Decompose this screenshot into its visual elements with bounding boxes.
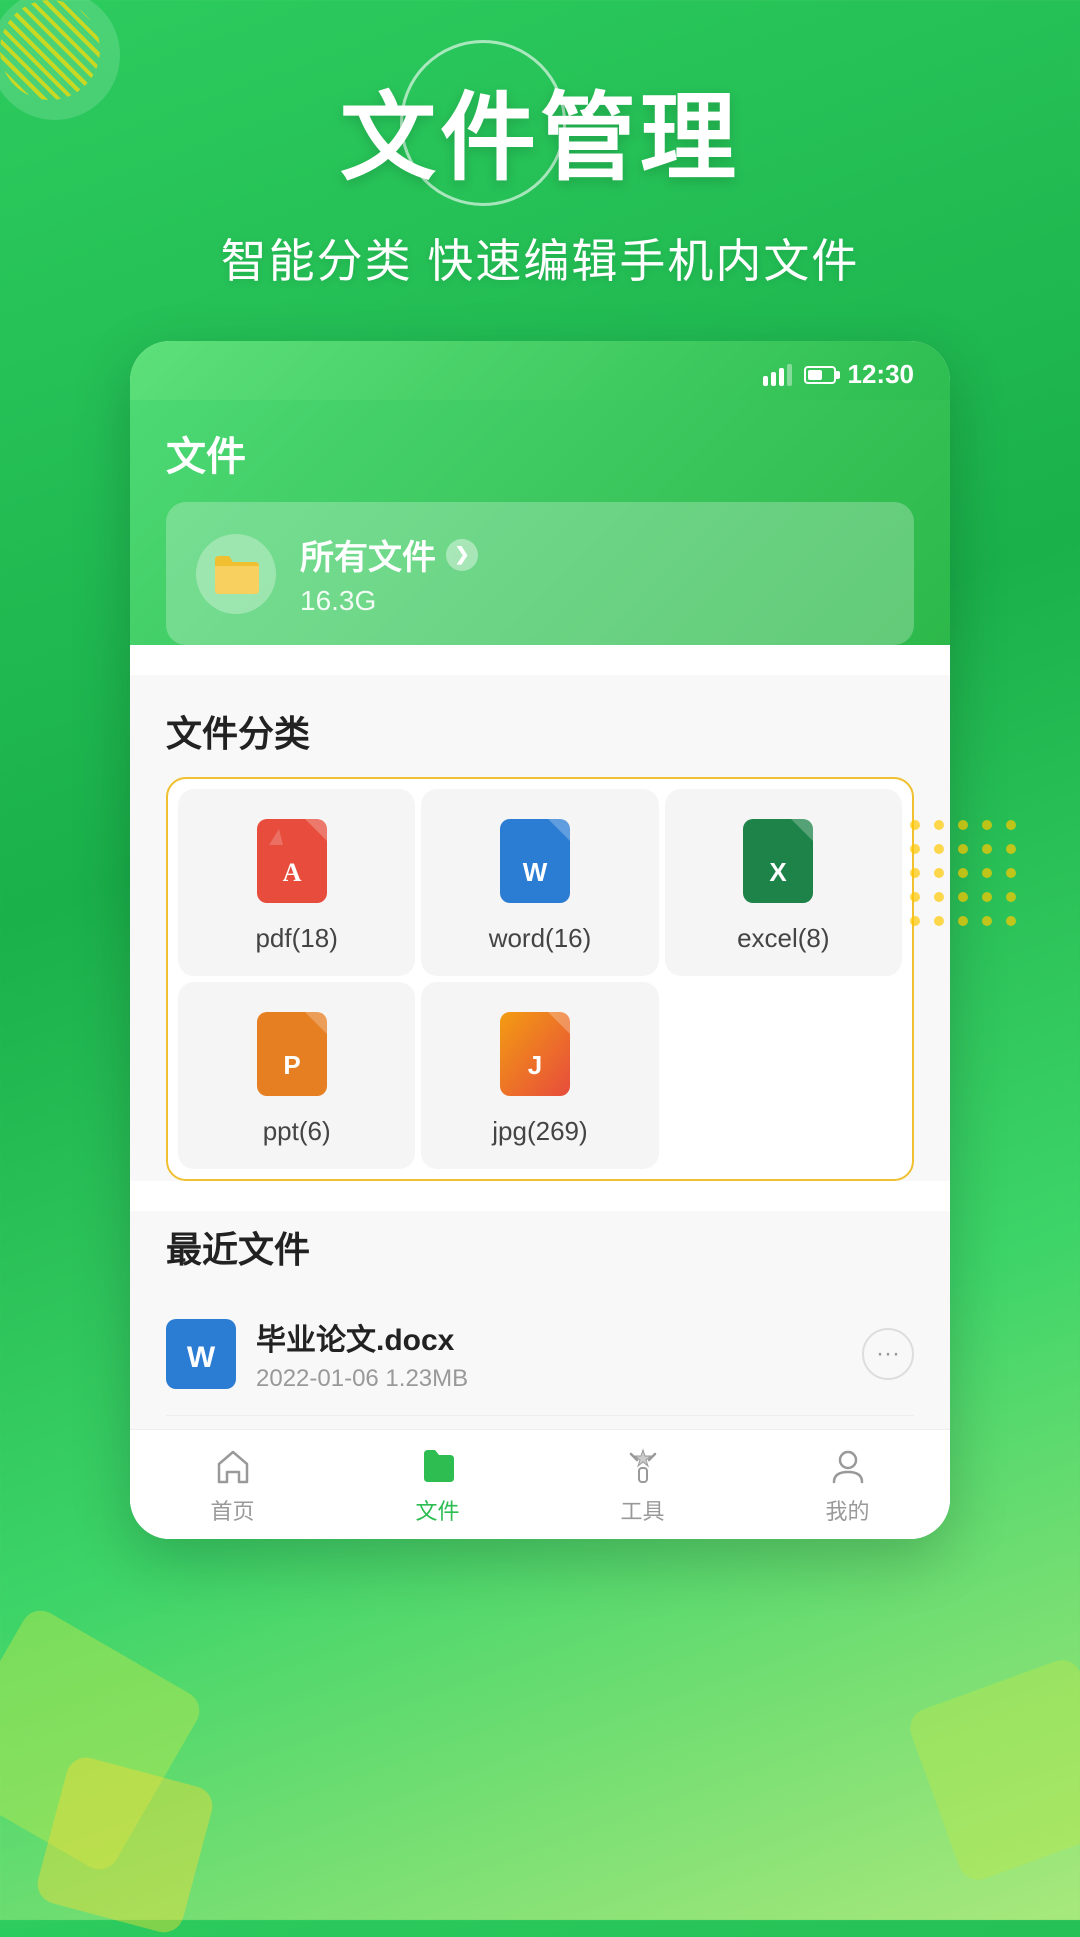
recent-file-info-1: 毕业论文.docx 2022-01-06 1.23MB [256,1315,842,1393]
categories-grid: A pdf(18) W word(16) [178,789,902,1169]
excel-label: excel(8) [737,923,829,954]
nav-label-home: 首页 [210,1494,254,1526]
folder-icon-wrap [196,534,276,614]
white-section: 文件分类 A pdf(18) [130,675,950,1181]
pdf-icon: A [257,819,337,909]
files-icon [416,1444,460,1488]
excel-icon: X [743,819,823,909]
svg-text:P: P [283,1050,300,1080]
category-pdf[interactable]: A pdf(18) [178,789,415,976]
category-jpg[interactable]: J jpg(269) [421,982,658,1169]
signal-bar-4 [787,364,792,386]
nav-label-files: 文件 [415,1494,459,1526]
signal-indicator [763,364,792,386]
app-subtitle: 智能分类 快速编辑手机内文件 [0,225,1080,291]
deco-bottom-right [905,1655,1080,1886]
battery-icon [804,366,836,384]
all-files-info: 所有文件 ❯ 16.3G [300,530,884,617]
file-section-title: 文件 [166,424,914,482]
nav-item-profile[interactable]: 我的 [745,1444,950,1526]
word-icon: W [500,819,580,909]
category-word[interactable]: W word(16) [421,789,658,976]
deco-dots [910,820,1020,930]
svg-text:W: W [187,1341,216,1374]
recent-file-meta-1: 2022-01-06 1.23MB [256,1365,842,1393]
recent-file-icon-word: W [166,1319,236,1389]
category-ppt[interactable]: P ppt(6) [178,982,415,1169]
all-files-name: 所有文件 ❯ [300,530,884,579]
folder-icon [211,552,261,596]
jpg-icon: J [500,1012,580,1102]
recent-title: 最近文件 [166,1221,914,1273]
svg-text:W: W [523,857,548,887]
all-files-card[interactable]: 所有文件 ❯ 16.3G [166,502,914,645]
nav-item-home[interactable]: 首页 [130,1444,335,1526]
category-excel[interactable]: X excel(8) [665,789,902,976]
nav-label-profile: 我的 [825,1494,869,1526]
jpg-label: jpg(269) [492,1116,587,1147]
more-button-1[interactable]: ··· [862,1328,914,1380]
bottom-navigation: 首页 文件 工具 [130,1429,950,1539]
signal-bar-2 [771,372,776,386]
recent-file-name-1: 毕业论文.docx [256,1315,842,1359]
nav-item-tools[interactable]: 工具 [540,1444,745,1526]
recent-file-item-1[interactable]: W 毕业论文.docx 2022-01-06 1.23MB ··· [166,1293,914,1416]
app-header: 文件管理 智能分类 快速编辑手机内文件 [0,0,1080,291]
ppt-label: ppt(6) [263,1116,331,1147]
ppt-icon: P [257,1012,337,1102]
status-time: 12:30 [848,359,915,390]
profile-icon [826,1444,870,1488]
title-wrap: 文件管理 [340,60,740,199]
svg-text:A: A [282,858,301,887]
signal-bar-1 [763,376,768,386]
home-icon [211,1444,255,1488]
battery-fill [808,370,822,380]
tools-icon [621,1444,665,1488]
categories-title: 文件分类 [166,705,914,757]
pdf-label: pdf(18) [255,923,337,954]
svg-text:X: X [770,857,788,887]
arrow-circle-icon: ❯ [446,539,478,571]
svg-text:J: J [528,1050,542,1080]
nav-label-tools: 工具 [620,1494,664,1526]
nav-item-files[interactable]: 文件 [335,1444,540,1526]
phone-mockup: 12:30 文件 所有文件 ❯ 16.3G 文件分类 [130,341,950,1539]
categories-grid-wrapper: A pdf(18) W word(16) [166,777,914,1181]
all-files-size: 16.3G [300,585,884,617]
status-bar: 12:30 [130,341,950,400]
signal-bar-3 [779,368,784,386]
battery-indicator [804,366,836,384]
file-green-area: 文件 所有文件 ❯ 16.3G [130,400,950,645]
word-label: word(16) [489,923,592,954]
app-title: 文件管理 [340,60,740,199]
